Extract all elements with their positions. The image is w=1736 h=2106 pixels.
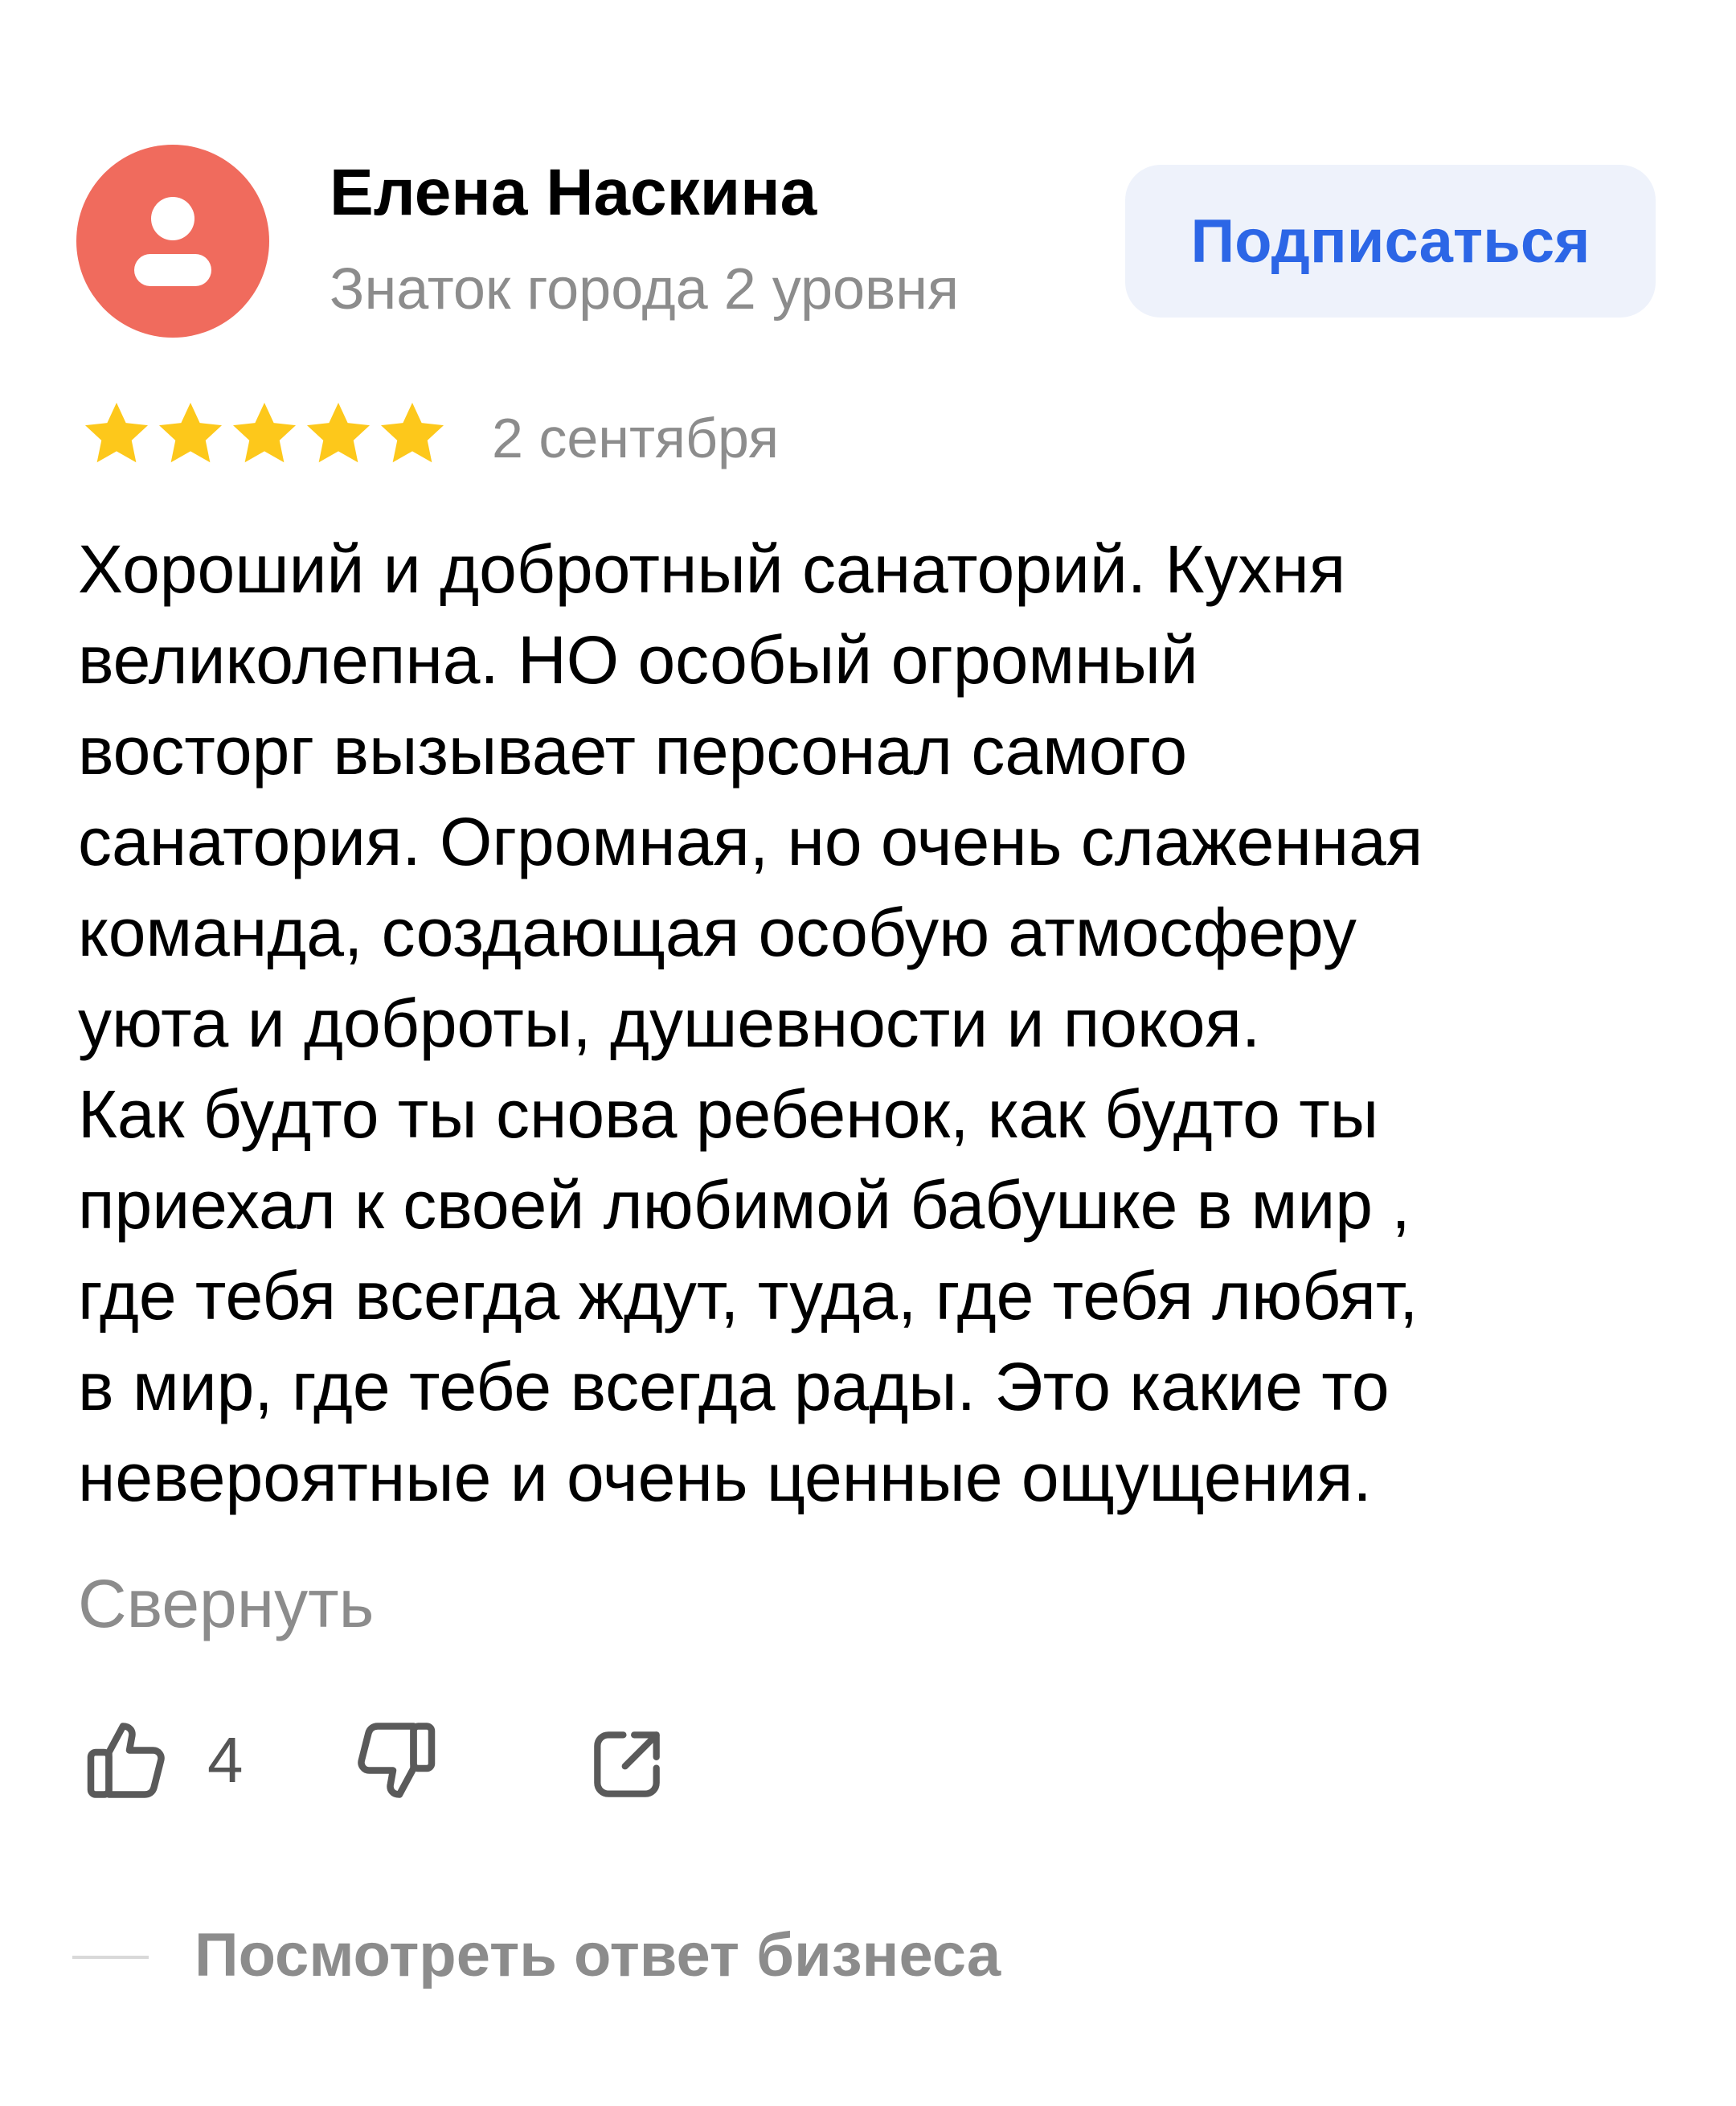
- thumbs-down-icon: [358, 1723, 436, 1798]
- like-button[interactable]: 4: [79, 1712, 244, 1809]
- collapse-link[interactable]: Свернуть: [78, 1559, 374, 1648]
- dislike-button[interactable]: [347, 1712, 444, 1809]
- review-text-line: в мир, где тебе всегда рады. Это какие т…: [78, 1349, 1390, 1424]
- star-icon: [307, 403, 370, 463]
- reply-divider: [72, 1956, 149, 1959]
- user-silhouette-icon: [134, 197, 211, 286]
- share-icon: [594, 1731, 660, 1797]
- review-text-line: великолепна. НО особый огромный: [78, 622, 1198, 698]
- author-level: Знаток города 2 уровня: [330, 257, 960, 322]
- review-text-line: уюта и доброты, душевности и покоя.: [78, 985, 1261, 1061]
- review-text: Хороший и добротный санаторий. Кухня вел…: [78, 524, 1685, 1523]
- avatar[interactable]: [76, 145, 269, 338]
- star-icon: [85, 403, 148, 463]
- thumbs-up-icon: [87, 1723, 165, 1798]
- subscribe-button[interactable]: Подписаться: [1125, 165, 1656, 318]
- review-text-line: команда, создающая особую атмосферу: [78, 895, 1357, 970]
- star-icon: [381, 403, 444, 463]
- review-text-line: где тебя всегда ждут, туда, где тебя люб…: [78, 1258, 1419, 1334]
- review-text-line: приехал к своей любимой бабушке в мир ,: [78, 1167, 1410, 1243]
- review-text-line: санатория. Огромная, но очень слаженная: [78, 804, 1423, 879]
- view-business-reply-link[interactable]: Посмотреть ответ бизнеса: [194, 1911, 1001, 2000]
- star-icon: [159, 403, 222, 463]
- author-name[interactable]: Елена Наскина: [330, 153, 817, 233]
- review-text-line: Как будто ты снова ребенок, как будто ты: [78, 1076, 1379, 1152]
- share-button[interactable]: [583, 1720, 671, 1809]
- review-date: 2 сентября: [492, 407, 780, 469]
- review-text-line: Хороший и добротный санаторий. Кухня: [78, 531, 1346, 607]
- rating-stars: [80, 398, 448, 478]
- like-count: 4: [207, 1724, 244, 1796]
- review-text-line: невероятные и очень ценные ощущения.: [78, 1440, 1372, 1515]
- review-text-line: восторг вызывает персонал самого: [78, 713, 1188, 789]
- star-icon: [233, 403, 296, 463]
